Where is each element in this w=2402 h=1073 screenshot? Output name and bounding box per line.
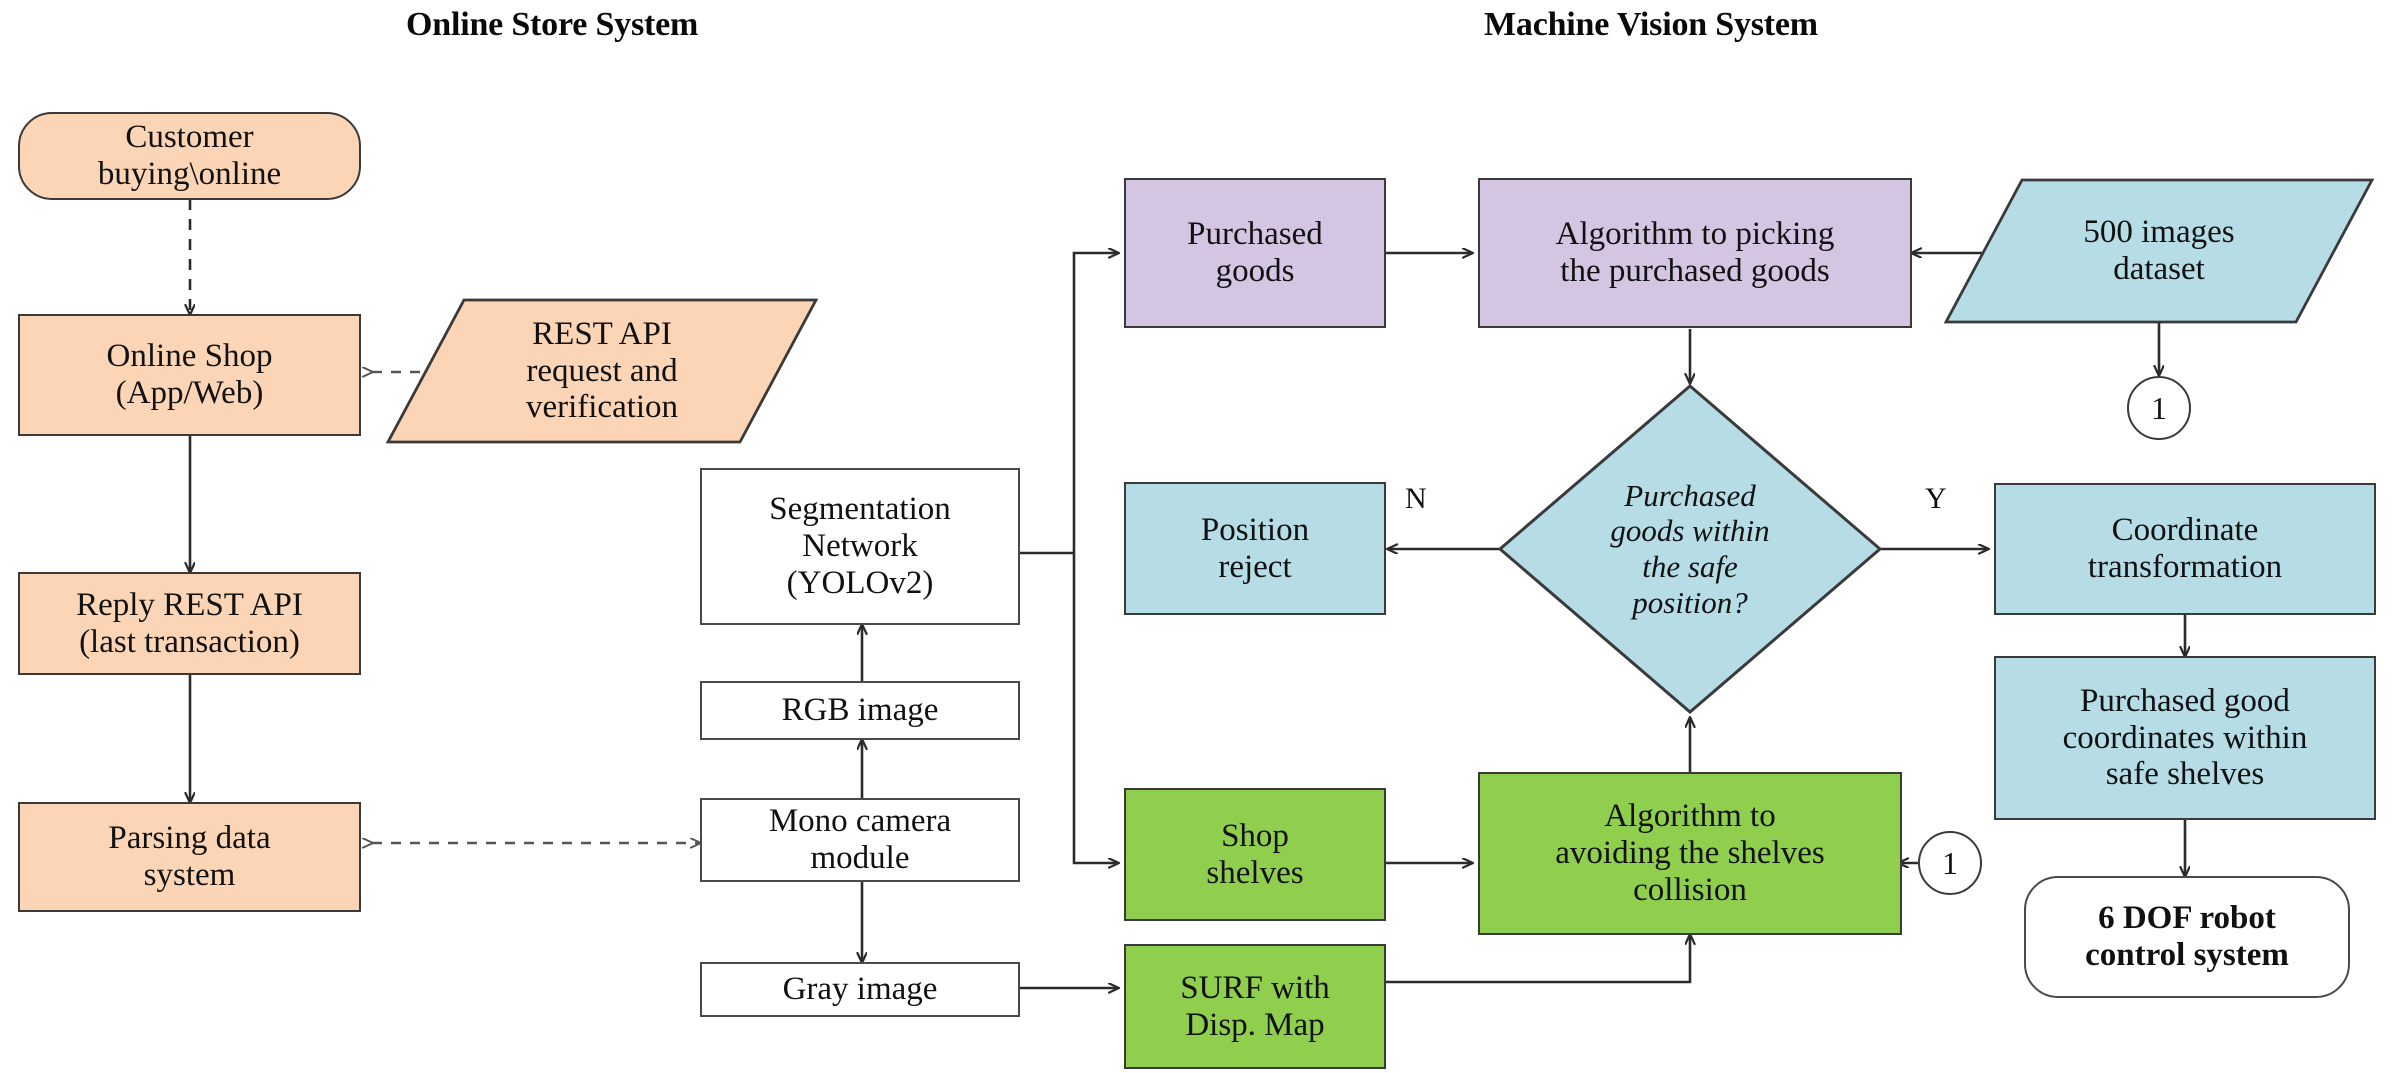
coord-transform-line-1: Coordinate bbox=[2111, 512, 2259, 549]
parsing-line-1: Parsing data bbox=[108, 820, 271, 857]
decision-line-2: goods within bbox=[1610, 513, 1770, 549]
rgb-image-label: RGB image bbox=[781, 692, 939, 729]
dataset-line-2: dataset bbox=[2113, 251, 2205, 287]
shop-shelves-line-2: shelves bbox=[1206, 854, 1304, 891]
node-purchased-goods[interactable]: Purchased goods bbox=[1124, 178, 1386, 328]
node-customer-buying-online[interactable]: Customer buying\online bbox=[18, 112, 361, 200]
online-shop-line-2: (App/Web) bbox=[115, 375, 264, 411]
node-rgb-image[interactable]: RGB image bbox=[700, 681, 1020, 740]
algo-avoid-line-3: collision bbox=[1633, 871, 1747, 908]
node-algorithm-avoiding-shelves-collision[interactable]: Algorithm to avoiding the shelves collis… bbox=[1478, 772, 1902, 935]
decision-line-1: Purchased bbox=[1624, 477, 1756, 513]
robot-line-1: 6 DOF robot bbox=[2098, 900, 2276, 937]
customer-line-2: buying\online bbox=[97, 156, 282, 192]
node-shop-shelves[interactable]: Shop shelves bbox=[1124, 788, 1386, 921]
node-segmentation-network[interactable]: Segmentation Network (YOLOv2) bbox=[700, 468, 1020, 625]
node-purchased-good-coordinates-safe-shelves[interactable]: Purchased good coordinates within safe s… bbox=[1994, 656, 2376, 820]
safe-coords-line-3: safe shelves bbox=[2105, 756, 2265, 793]
surf-line-1: SURF with bbox=[1180, 969, 1330, 1006]
connector-dataset-label: 1 bbox=[2151, 389, 2167, 426]
node-rest-api-request[interactable]: REST API request and verification bbox=[386, 298, 818, 444]
node-mono-camera-module[interactable]: Mono camera module bbox=[700, 798, 1020, 882]
connector-circle-dataset-ref[interactable]: 1 bbox=[2127, 376, 2191, 440]
node-online-shop[interactable]: Online Shop (App/Web) bbox=[18, 314, 361, 436]
decision-purchased-goods-within-safe-position[interactable]: Purchased goods within the safe position… bbox=[1497, 383, 1883, 715]
surf-line-2: Disp. Map bbox=[1185, 1006, 1325, 1043]
online-shop-line-1: Online Shop bbox=[106, 338, 273, 375]
position-reject-line-2: reject bbox=[1218, 548, 1292, 585]
algo-avoid-line-2: avoiding the shelves bbox=[1555, 835, 1825, 872]
decision-line-4: position? bbox=[1632, 584, 1748, 620]
node-6-dof-robot-control-system[interactable]: 6 DOF robot control system bbox=[2024, 876, 2350, 998]
reply-line-2: (last transaction) bbox=[79, 623, 300, 660]
node-500-images-dataset[interactable]: 500 images dataset bbox=[1944, 178, 2374, 324]
segmentation-line-2: Network bbox=[802, 528, 918, 565]
parsing-line-2: system bbox=[143, 857, 236, 893]
mono-line-2: module bbox=[810, 840, 910, 876]
customer-line-1: Customer bbox=[125, 119, 254, 156]
segmentation-line-1: Segmentation bbox=[769, 491, 951, 528]
algo-pick-line-1: Algorithm to picking bbox=[1555, 216, 1835, 253]
node-position-reject[interactable]: Position reject bbox=[1124, 482, 1386, 615]
node-algorithm-picking-purchased-goods[interactable]: Algorithm to picking the purchased goods bbox=[1478, 178, 1912, 328]
safe-coords-line-1: Purchased good bbox=[2080, 682, 2290, 719]
purchased-goods-line-2: goods bbox=[1215, 253, 1295, 289]
segmentation-line-3: (YOLOv2) bbox=[786, 564, 934, 601]
rest-api-line-3: verification bbox=[525, 389, 679, 426]
decision-line-3: the safe bbox=[1642, 549, 1738, 584]
shop-shelves-line-1: Shop bbox=[1221, 817, 1289, 854]
title-machine-vision-system: Machine Vision System bbox=[1484, 6, 1818, 43]
purchased-goods-line-1: Purchased bbox=[1187, 216, 1323, 253]
connector-circle-collision-ref[interactable]: 1 bbox=[1918, 831, 1982, 895]
gray-image-label: Gray image bbox=[782, 971, 938, 1008]
robot-line-2: control system bbox=[2085, 937, 2289, 973]
connector-collision-label: 1 bbox=[1942, 844, 1958, 881]
node-gray-image[interactable]: Gray image bbox=[700, 962, 1020, 1017]
title-online-store-system: Online Store System bbox=[406, 6, 699, 43]
rest-api-line-1: REST API bbox=[532, 315, 672, 352]
position-reject-line-1: Position bbox=[1200, 511, 1310, 548]
node-parsing-data-system[interactable]: Parsing data system bbox=[18, 802, 361, 912]
rest-api-line-2: request and bbox=[526, 352, 678, 389]
dataset-line-1: 500 images bbox=[2083, 214, 2235, 251]
node-coordinate-transformation[interactable]: Coordinate transformation bbox=[1994, 483, 2376, 615]
flowchart-canvas: Online Store System Machine Vision Syste… bbox=[0, 0, 2402, 1073]
edge-label-yes: Y bbox=[1925, 482, 1947, 515]
coord-transform-line-2: transformation bbox=[2087, 549, 2283, 585]
edge-label-no: N bbox=[1405, 482, 1427, 515]
mono-line-1: Mono camera bbox=[768, 803, 952, 840]
safe-coords-line-2: coordinates within bbox=[2062, 719, 2308, 756]
algo-pick-line-2: the purchased goods bbox=[1560, 253, 1830, 289]
node-reply-rest-api[interactable]: Reply REST API (last transaction) bbox=[18, 572, 361, 675]
node-surf-with-disp-map[interactable]: SURF with Disp. Map bbox=[1124, 944, 1386, 1069]
reply-line-1: Reply REST API bbox=[76, 586, 303, 623]
algo-avoid-line-1: Algorithm to bbox=[1604, 798, 1776, 835]
